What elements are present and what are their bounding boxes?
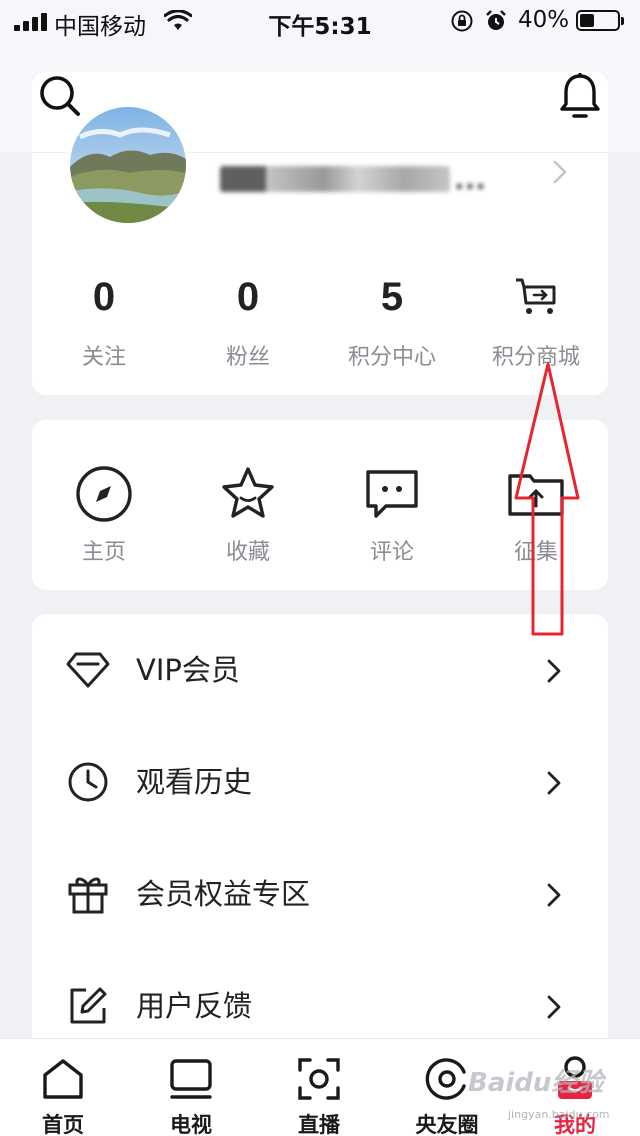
tab-label: 首页: [42, 1113, 84, 1136]
action-label: 收藏: [225, 540, 270, 565]
avatar[interactable]: [66, 103, 190, 227]
home-icon: [13, 1053, 113, 1105]
search-icon[interactable]: [38, 74, 82, 122]
battery-percent: 40%: [518, 7, 570, 33]
stat-points-mall[interactable]: 积分商城: [464, 275, 608, 371]
chevron-right-icon: [544, 880, 564, 914]
stat-points-center[interactable]: 5 积分中心: [320, 275, 464, 371]
menu-item-vip[interactable]: VIP会员: [32, 614, 608, 726]
menu-label: 观看历史: [136, 765, 253, 799]
chevron-right-icon: [544, 992, 564, 1026]
quick-actions-card: 主页 收藏 评论 征集: [32, 420, 608, 590]
comment-icon: [320, 464, 464, 524]
action-label: 征集: [513, 540, 558, 565]
menu-label: 会员权益专区: [136, 877, 311, 911]
watermark: Baidu经验: [468, 1068, 604, 1098]
tab-label: 直播: [298, 1113, 340, 1136]
battery-icon: [576, 10, 624, 31]
username[interactable]: ...: [220, 161, 492, 197]
carrier-name: 中国移动: [54, 14, 146, 40]
tab-label: 电视: [170, 1113, 212, 1136]
username-obscured: [220, 166, 450, 192]
bell-icon[interactable]: [558, 72, 602, 124]
stat-label: 粉丝: [225, 345, 270, 370]
clock-icon: [66, 760, 110, 804]
shopping-cart-icon: [464, 275, 608, 319]
action-homepage[interactable]: 主页: [32, 464, 176, 566]
username-ellipsis: ...: [454, 162, 486, 196]
status-bar: 中国移动 下午5:31 40%: [0, 0, 640, 42]
tab-tv[interactable]: 电视: [141, 1053, 241, 1136]
action-favorites[interactable]: 收藏: [176, 464, 320, 566]
wifi-icon: [163, 9, 193, 38]
stat-value: 5: [380, 275, 404, 319]
rotation-lock-icon: [450, 9, 474, 39]
menu-label: 用户反馈: [136, 989, 253, 1023]
tab-home[interactable]: 首页: [13, 1053, 113, 1136]
live-icon: [269, 1053, 369, 1105]
edit-icon: [66, 984, 110, 1028]
stat-fans[interactable]: 0 粉丝: [176, 275, 320, 371]
menu-item-watch-history[interactable]: 观看历史: [32, 726, 608, 838]
menu-label: VIP会员: [136, 653, 240, 687]
chevron-right-icon: [544, 656, 564, 690]
profile-card[interactable]: ... 0 关注 0 粉丝 5 积分中心 积分商城: [32, 103, 608, 395]
stat-following[interactable]: 0 关注: [32, 275, 176, 371]
menu-item-member-benefits[interactable]: 会员权益专区: [32, 838, 608, 950]
watermark-url: jingyan.baidu.com: [508, 1108, 610, 1121]
stat-label: 积分中心: [347, 345, 436, 370]
stat-value: 0: [236, 275, 260, 319]
chevron-right-icon[interactable]: [550, 157, 570, 191]
stat-value: 0: [92, 275, 116, 319]
gift-icon: [66, 872, 110, 916]
chevron-right-icon: [544, 768, 564, 802]
action-label: 主页: [81, 540, 126, 565]
alarm-icon: [484, 9, 508, 39]
signal-icon: [14, 13, 48, 31]
tab-live[interactable]: 直播: [269, 1053, 369, 1136]
action-comments[interactable]: 评论: [320, 464, 464, 566]
star-icon: [176, 464, 320, 524]
menu-list: VIP会员 观看历史 会员权益专区 用户反馈: [32, 614, 608, 1054]
compass-icon: [32, 464, 176, 524]
action-label: 评论: [369, 540, 414, 565]
diamond-icon: [66, 648, 110, 692]
action-submissions[interactable]: 征集: [464, 464, 608, 566]
stat-label: 关注: [81, 345, 126, 370]
stat-label: 积分商城: [491, 345, 580, 370]
tv-icon: [141, 1053, 241, 1105]
upload-folder-icon: [464, 464, 608, 524]
